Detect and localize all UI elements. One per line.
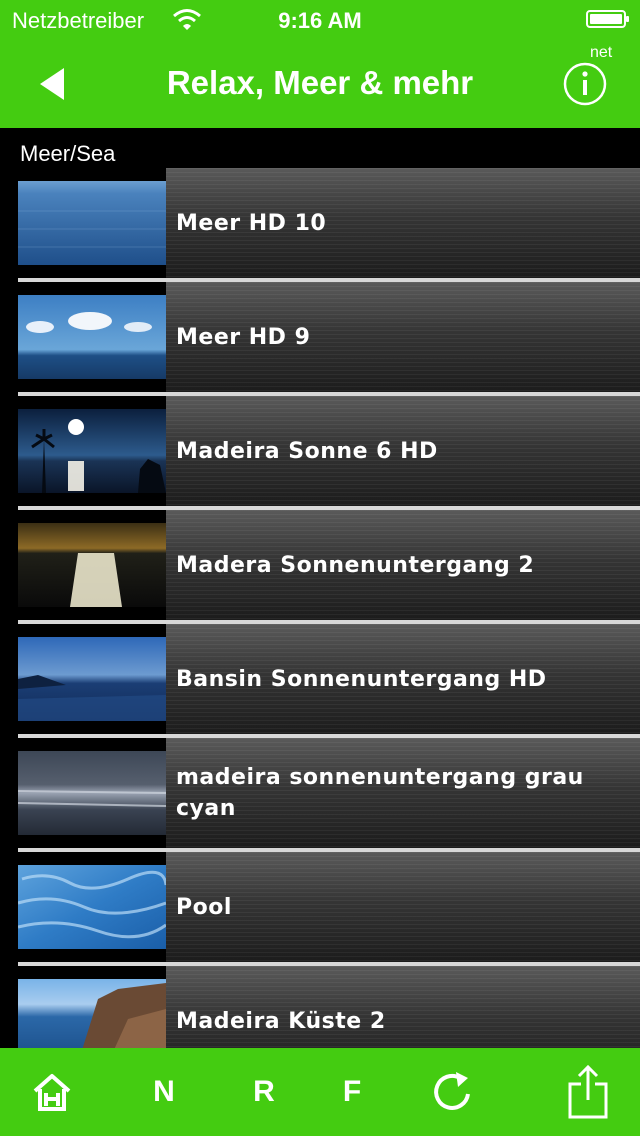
video-list: Meer HD 10 Meer HD 9 Madeira Sonne 6 HD … [0, 168, 640, 1048]
list-item[interactable]: Madera Sonnenuntergang 2 [18, 510, 640, 624]
thumbnail [18, 852, 166, 962]
tab-r[interactable]: R [240, 1048, 288, 1136]
list-item[interactable]: Madeira Küste 2 [18, 966, 640, 1048]
list-item-title: Madeira Sonne 6 HD [176, 438, 438, 464]
thumbnail [18, 282, 166, 392]
share-button[interactable] [564, 1048, 612, 1136]
section-header: Meer/Sea [20, 141, 116, 166]
status-bar: Netzbetreiber 9:16 AM [0, 0, 640, 40]
page-title: Relax, Meer & mehr [166, 64, 474, 101]
thumbnail [18, 168, 166, 278]
refresh-button[interactable] [428, 1048, 476, 1136]
thumbnail [18, 738, 166, 848]
list-item[interactable]: Madeira Sonne 6 HD [18, 396, 640, 510]
list-item-title: Bansin Sonnenuntergang HD [176, 666, 547, 692]
info-icon[interactable] [562, 61, 608, 107]
battery-icon [586, 10, 629, 28]
list-item-title: Meer HD 9 [176, 324, 311, 350]
thumbnail [18, 396, 166, 506]
list-item[interactable]: Meer HD 10 [18, 168, 640, 282]
thumbnail [18, 510, 166, 620]
list-item-title: Madera Sonnenuntergang 2 [176, 552, 535, 578]
list-item-title: Pool [176, 894, 232, 920]
home-icon [33, 1074, 71, 1111]
clock: 9:16 AM [278, 8, 362, 33]
net-label: net [590, 44, 613, 61]
list-item[interactable]: Pool [18, 852, 640, 966]
refresh-icon [434, 1072, 470, 1110]
home-tab[interactable] [28, 1048, 76, 1136]
tab-f[interactable]: F [328, 1048, 376, 1136]
tab-bar: N R F [0, 1048, 640, 1136]
thumbnail [18, 966, 166, 1048]
list-item-title: madeira sonnenuntergang grau cyan [176, 765, 584, 821]
share-icon [568, 1064, 608, 1119]
list-item[interactable]: Bansin Sonnenuntergang HD [18, 624, 640, 738]
thumbnail [18, 624, 166, 734]
tab-n[interactable]: N [140, 1048, 188, 1136]
list-item-title: Madeira Küste 2 [176, 1008, 386, 1034]
navigation-bar: Relax, Meer & mehr net [0, 40, 640, 128]
list-item[interactable]: madeira sonnenuntergang grau cyan [18, 738, 640, 852]
list-item-title: Meer HD 10 [176, 210, 327, 236]
list-item[interactable]: Meer HD 9 [18, 282, 640, 396]
